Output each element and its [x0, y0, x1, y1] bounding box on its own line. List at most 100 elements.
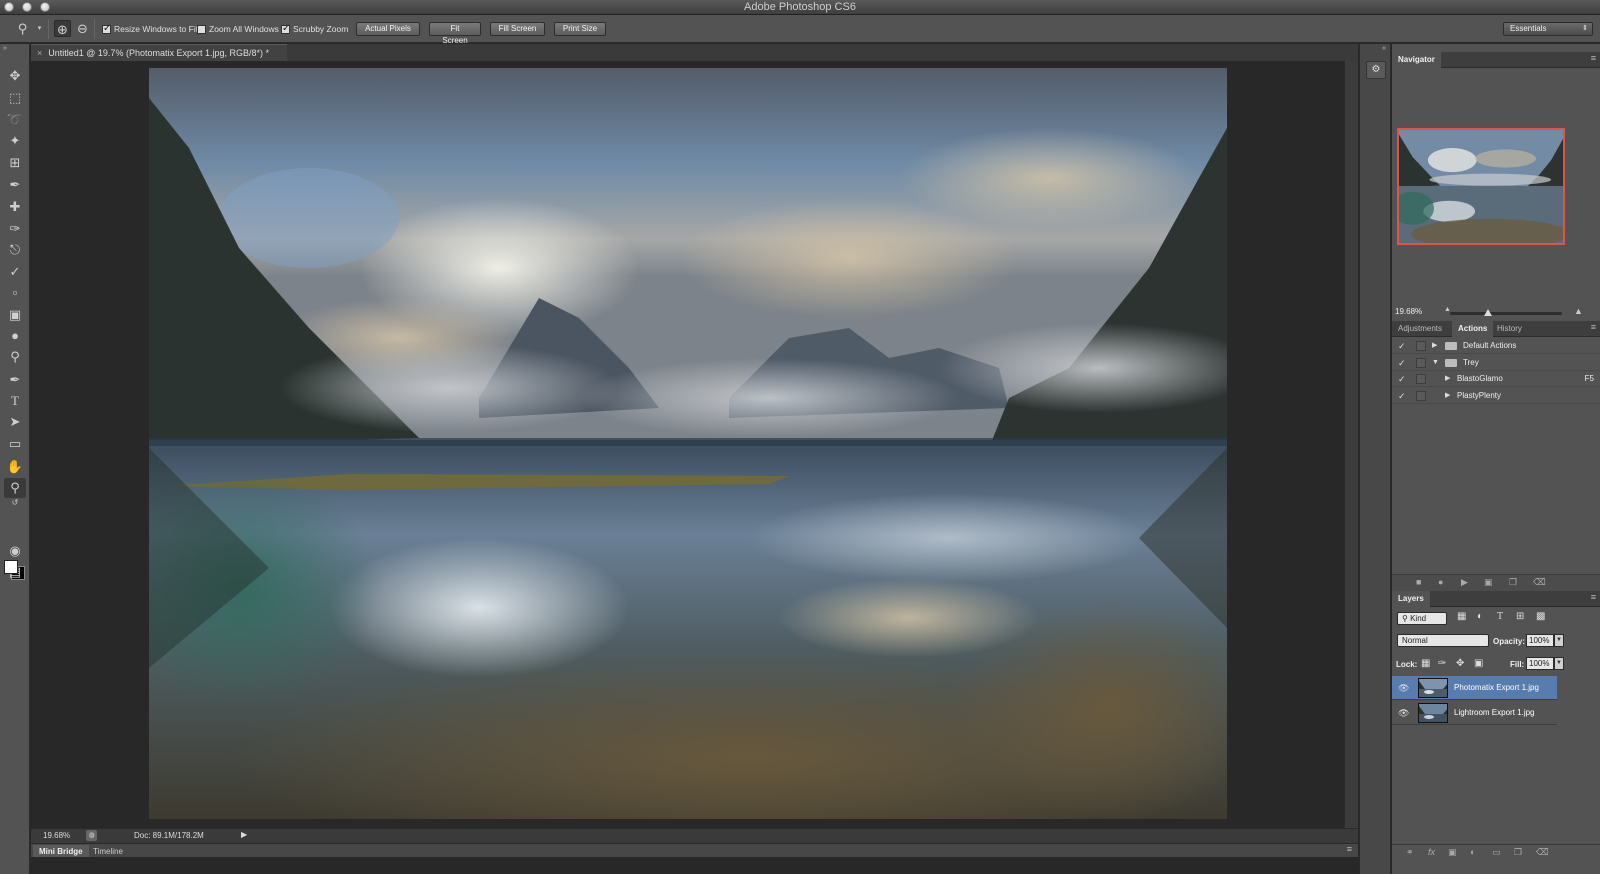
- document-image[interactable]: [149, 68, 1227, 819]
- dialog-toggle-icon[interactable]: [1416, 358, 1426, 368]
- blend-mode-select[interactable]: Normal: [1397, 634, 1489, 647]
- new-group-icon[interactable]: ▭: [1492, 847, 1501, 858]
- panel-menu-icon[interactable]: ≡: [1591, 592, 1596, 602]
- lock-transparency-icon[interactable]: ▦: [1421, 658, 1430, 669]
- move-tool-icon[interactable]: ✥: [4, 66, 26, 86]
- slider-knob[interactable]: [1484, 309, 1492, 316]
- action-set-row[interactable]: ✓ ▶ Default Actions: [1392, 338, 1600, 354]
- actual-pixels-button[interactable]: Actual Pixels: [356, 22, 420, 36]
- panel-menu-icon[interactable]: ≡: [1347, 844, 1352, 854]
- shape-filter-icon[interactable]: ⊞: [1516, 611, 1524, 622]
- zoom-in-mountain-icon[interactable]: ▲: [1574, 306, 1583, 316]
- navigator-zoom-slider[interactable]: [1450, 309, 1562, 316]
- quick-mask-icon[interactable]: ◉: [4, 541, 26, 561]
- path-selection-tool-icon[interactable]: ➤: [4, 412, 26, 432]
- add-mask-icon[interactable]: ▣: [1448, 847, 1457, 858]
- checkbox-box[interactable]: [281, 23, 290, 34]
- zoom-out-icon[interactable]: ⊖: [74, 20, 91, 37]
- lock-all-icon[interactable]: ▣: [1474, 658, 1483, 669]
- vertical-scrollbar[interactable]: [1344, 61, 1358, 828]
- pixel-filter-icon[interactable]: ▦: [1457, 611, 1466, 622]
- foreground-color-swatch[interactable]: [4, 560, 18, 574]
- dialog-toggle-icon[interactable]: [1416, 341, 1426, 351]
- eye-icon[interactable]: 👁: [1398, 683, 1409, 694]
- type-tool-icon[interactable]: T: [4, 391, 26, 411]
- print-size-button[interactable]: Print Size: [554, 22, 606, 36]
- expand-triangle-icon[interactable]: ▶: [1445, 371, 1450, 387]
- collapse-icon[interactable]: »: [3, 45, 7, 52]
- play-arrow-icon[interactable]: ▶: [241, 830, 247, 839]
- opacity-input[interactable]: 100%: [1526, 634, 1554, 647]
- scrubby-zoom-checkbox[interactable]: Scrubby Zoom: [281, 23, 348, 36]
- clone-stamp-tool-icon[interactable]: ⎋: [4, 240, 26, 260]
- dialog-toggle-icon[interactable]: [1416, 374, 1426, 384]
- check-icon[interactable]: ✓: [1398, 355, 1408, 371]
- navigator-zoom[interactable]: 19.68%: [1395, 307, 1422, 316]
- document-tab[interactable]: × Untitled1 @ 19.7% (Photomatix Export 1.…: [31, 44, 287, 61]
- lock-pixels-icon[interactable]: ✑: [1438, 658, 1446, 669]
- lasso-tool-icon[interactable]: ➰: [4, 110, 26, 130]
- zoom-all-windows-checkbox[interactable]: Zoom All Windows: [197, 24, 279, 36]
- play-icon[interactable]: ▶: [1461, 577, 1468, 588]
- proof-icon[interactable]: ◍: [86, 830, 97, 841]
- link-layers-icon[interactable]: ⚭: [1406, 847, 1414, 858]
- crop-tool-icon[interactable]: ⊞: [4, 153, 26, 173]
- delete-icon[interactable]: ⌫: [1533, 577, 1546, 588]
- dialog-toggle-icon[interactable]: [1416, 391, 1426, 401]
- stop-icon[interactable]: ■: [1416, 577, 1421, 587]
- panel-icon[interactable]: ⚙: [1366, 61, 1386, 79]
- tab-history[interactable]: History: [1491, 321, 1528, 337]
- eyedropper-tool-icon[interactable]: ✒: [4, 175, 26, 195]
- zoom-in-icon[interactable]: ⊕: [54, 20, 71, 37]
- expand-triangle-icon[interactable]: ▶: [1445, 388, 1450, 404]
- zoom-level[interactable]: 19.68%: [43, 831, 70, 840]
- action-row[interactable]: ✓ ▶ BlastoGlamo F5: [1392, 371, 1600, 387]
- layer-filter-select[interactable]: ⚲ Kind: [1397, 612, 1447, 625]
- brush-tool-icon[interactable]: ✑: [4, 219, 26, 239]
- rectangle-tool-icon[interactable]: ▭: [4, 434, 26, 454]
- navigator-thumbnail[interactable]: [1397, 128, 1565, 245]
- eye-icon[interactable]: 👁: [1398, 708, 1409, 719]
- new-layer-icon[interactable]: ❐: [1514, 847, 1522, 858]
- tab-layers[interactable]: Layers: [1392, 591, 1430, 607]
- delete-layer-icon[interactable]: ⌫: [1536, 847, 1549, 858]
- check-icon[interactable]: ✓: [1398, 388, 1408, 404]
- tab-navigator[interactable]: Navigator: [1392, 52, 1441, 68]
- new-set-icon[interactable]: ▣: [1484, 577, 1493, 588]
- panel-menu-icon[interactable]: ≡: [1591, 322, 1596, 332]
- fx-icon[interactable]: fx: [1428, 847, 1435, 857]
- close-icon[interactable]: ×: [37, 48, 42, 58]
- eraser-tool-icon[interactable]: ▫: [4, 283, 26, 303]
- history-brush-tool-icon[interactable]: ✓: [4, 262, 26, 282]
- collapse-icon[interactable]: «: [1382, 45, 1386, 52]
- chevron-down-icon[interactable]: ▼: [1554, 657, 1564, 670]
- fill-screen-button[interactable]: Fill Screen: [490, 22, 545, 36]
- hand-tool-icon[interactable]: ✋: [4, 457, 26, 477]
- pen-tool-icon[interactable]: ✒: [4, 370, 26, 390]
- fit-screen-button[interactable]: Fit Screen: [429, 22, 481, 45]
- workspace-switcher[interactable]: Essentials ⇕: [1503, 22, 1593, 36]
- adjustment-layer-icon[interactable]: ◐: [1470, 847, 1475, 857]
- chevron-down-icon[interactable]: ▾: [31, 20, 48, 37]
- record-icon[interactable]: ●: [1438, 577, 1443, 587]
- adjustment-filter-icon[interactable]: ◐: [1477, 611, 1483, 622]
- zoom-tool-icon[interactable]: ⚲: [4, 478, 26, 498]
- dodge-tool-icon[interactable]: ⚲: [4, 347, 26, 367]
- zoom-tool-preset-icon[interactable]: ⚲: [14, 20, 31, 37]
- lock-position-icon[interactable]: ✥: [1456, 658, 1464, 669]
- quick-selection-tool-icon[interactable]: ✦: [4, 131, 26, 151]
- expand-triangle-icon[interactable]: ▶: [1432, 338, 1437, 354]
- gradient-tool-icon[interactable]: ▣: [4, 305, 26, 325]
- smart-object-filter-icon[interactable]: ▩: [1536, 611, 1545, 622]
- healing-brush-tool-icon[interactable]: ✚: [4, 197, 26, 217]
- tab-actions[interactable]: Actions: [1452, 321, 1494, 337]
- resize-windows-checkbox[interactable]: Resize Windows to Fit: [102, 23, 198, 36]
- checkbox-box[interactable]: [197, 25, 206, 34]
- blur-tool-icon[interactable]: ●: [4, 326, 26, 346]
- layer-row[interactable]: 👁 Lightroom Export 1.jpg: [1392, 701, 1557, 725]
- check-icon[interactable]: ✓: [1398, 371, 1408, 387]
- marquee-tool-icon[interactable]: ⬚: [4, 88, 26, 108]
- check-icon[interactable]: ✓: [1398, 338, 1408, 354]
- collapse-triangle-icon[interactable]: ▼: [1432, 355, 1439, 371]
- new-action-icon[interactable]: ❐: [1509, 577, 1517, 588]
